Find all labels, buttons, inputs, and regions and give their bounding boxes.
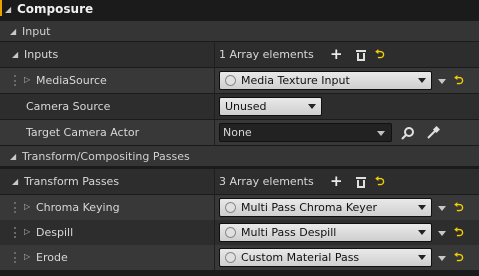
expand-arrow-icon[interactable]: ▷ bbox=[24, 202, 30, 211]
property-name-cell: ◢ Inputs bbox=[0, 42, 214, 67]
property-name-cell: ◢ Transform Passes bbox=[0, 169, 214, 194]
collapse-arrow-icon: ◢ bbox=[5, 4, 12, 14]
camera-source-value: Unused bbox=[225, 100, 267, 113]
erode-dropdown[interactable]: Custom Material Pass bbox=[219, 248, 432, 267]
property-label-chroma-keying: Chroma Keying bbox=[36, 201, 120, 214]
property-label-media-source: MediaSource bbox=[36, 74, 107, 87]
reset-to-default-icon[interactable]: ⮌ bbox=[454, 226, 464, 238]
expand-arrow-icon[interactable]: ▷ bbox=[24, 252, 30, 261]
property-row-erode: ▷ Erode Custom Material Pass ⮌ bbox=[0, 245, 479, 270]
expand-arrow-icon[interactable]: ▷ bbox=[24, 227, 30, 236]
target-camera-actor-value: None bbox=[223, 126, 252, 139]
options-chevron-icon[interactable] bbox=[438, 256, 446, 261]
section-title-input: Input bbox=[22, 24, 51, 38]
chevron-down-icon bbox=[418, 205, 426, 210]
category-header-composure[interactable]: ◢ Composure bbox=[2, 0, 479, 18]
drag-handle-icon[interactable] bbox=[14, 252, 16, 263]
options-chevron-icon[interactable] bbox=[438, 206, 446, 211]
section-header-transform[interactable]: ◢ Transform/Compositing Passes bbox=[0, 146, 479, 166]
chevron-down-icon bbox=[418, 230, 426, 235]
class-icon bbox=[225, 202, 236, 213]
media-source-dropdown[interactable]: Media Texture Input bbox=[219, 71, 432, 90]
array-count-transform-passes: 3 Array elements bbox=[219, 175, 314, 188]
options-chevron-icon[interactable] bbox=[438, 231, 446, 236]
property-row-inputs: ◢ Inputs 1 Array elements + ⮌ bbox=[0, 42, 479, 67]
media-source-value: Media Texture Input bbox=[241, 74, 350, 87]
column-divider bbox=[214, 120, 215, 145]
column-divider bbox=[214, 220, 215, 245]
reset-to-default-icon[interactable]: ⮌ bbox=[454, 74, 464, 86]
column-divider bbox=[214, 94, 215, 119]
property-label-target-camera-actor: Target Camera Actor bbox=[26, 126, 140, 139]
class-icon bbox=[225, 227, 236, 238]
chevron-down-icon bbox=[418, 78, 426, 83]
collapse-arrow-icon: ◢ bbox=[10, 151, 17, 161]
chroma-keying-dropdown[interactable]: Multi Pass Chroma Keyer bbox=[219, 198, 432, 217]
class-icon bbox=[225, 252, 236, 263]
despill-dropdown[interactable]: Multi Pass Despill bbox=[219, 223, 432, 242]
drag-handle-icon[interactable] bbox=[14, 202, 16, 213]
erode-value: Custom Material Pass bbox=[241, 251, 360, 264]
property-row-despill: ▷ Despill Multi Pass Despill ⮌ bbox=[0, 220, 479, 245]
array-count-inputs: 1 Array elements bbox=[219, 48, 314, 61]
chevron-down-icon bbox=[377, 131, 385, 136]
reset-to-default-icon[interactable]: ⮌ bbox=[375, 175, 385, 187]
chroma-keying-value: Multi Pass Chroma Keyer bbox=[241, 201, 378, 214]
options-chevron-icon[interactable] bbox=[438, 79, 446, 84]
collapse-arrow-icon[interactable]: ◢ bbox=[12, 177, 24, 186]
trash-icon[interactable] bbox=[356, 49, 366, 61]
column-divider bbox=[214, 195, 215, 220]
section-title-transform: Transform/Compositing Passes bbox=[22, 149, 190, 163]
property-row-camera-source: Camera Source Unused bbox=[0, 94, 479, 119]
collapse-arrow-icon[interactable]: ◢ bbox=[12, 50, 24, 59]
property-row-chroma-keying: ▷ Chroma Keying Multi Pass Chroma Keyer … bbox=[0, 195, 479, 220]
section-header-input[interactable]: ◢ Input bbox=[0, 21, 479, 41]
add-element-icon[interactable]: + bbox=[330, 47, 343, 62]
eyedropper-picker-icon[interactable] bbox=[426, 126, 440, 140]
property-row-target-camera-actor: Target Camera Actor None bbox=[0, 120, 479, 145]
property-label-despill: Despill bbox=[36, 226, 74, 239]
column-divider bbox=[214, 68, 215, 93]
property-label-inputs: Inputs bbox=[24, 48, 59, 61]
class-icon bbox=[225, 75, 236, 86]
property-label-erode: Erode bbox=[36, 251, 68, 264]
property-label-camera-source: Camera Source bbox=[26, 100, 111, 113]
property-label-transform-passes: Transform Passes bbox=[24, 175, 120, 188]
property-row-media-source: ▷ MediaSource Media Texture Input ⮌ bbox=[0, 68, 479, 93]
add-element-icon[interactable]: + bbox=[330, 174, 343, 189]
collapse-arrow-icon: ◢ bbox=[10, 26, 17, 36]
drag-handle-icon[interactable] bbox=[14, 75, 16, 86]
expand-arrow-icon[interactable]: ▷ bbox=[24, 75, 30, 84]
trash-icon[interactable] bbox=[356, 176, 366, 188]
column-divider bbox=[214, 42, 215, 67]
reset-to-default-icon[interactable]: ⮌ bbox=[375, 48, 385, 60]
chevron-down-icon bbox=[418, 255, 426, 260]
despill-value: Multi Pass Despill bbox=[241, 226, 337, 239]
property-row-transform-passes: ◢ Transform Passes 3 Array elements + ⮌ bbox=[0, 169, 479, 194]
browse-search-icon[interactable] bbox=[401, 126, 415, 140]
category-title: Composure bbox=[17, 2, 94, 16]
column-divider bbox=[214, 245, 215, 270]
target-camera-actor-dropdown[interactable]: None bbox=[219, 123, 392, 142]
drag-handle-icon[interactable] bbox=[14, 227, 16, 238]
reset-to-default-icon[interactable]: ⮌ bbox=[454, 251, 464, 263]
chevron-down-icon bbox=[308, 104, 316, 109]
reset-to-default-icon[interactable]: ⮌ bbox=[454, 201, 464, 213]
camera-source-dropdown[interactable]: Unused bbox=[219, 97, 322, 116]
column-divider bbox=[214, 169, 215, 194]
